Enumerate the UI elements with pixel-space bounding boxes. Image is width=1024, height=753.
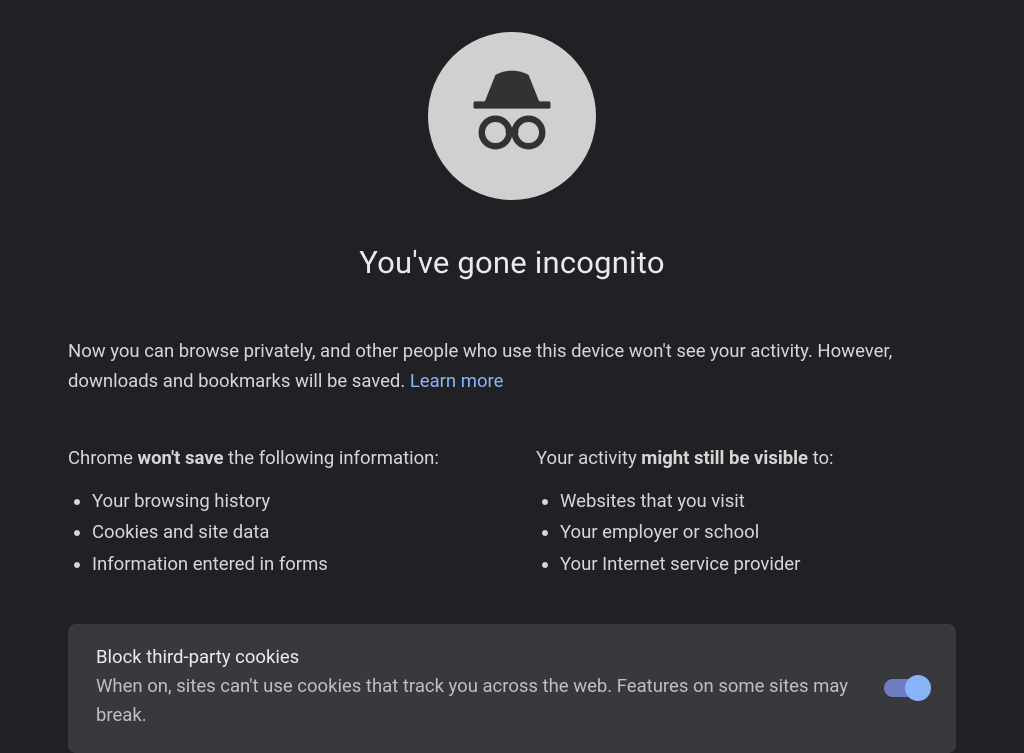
wont-save-list: Your browsing history Cookies and site d… <box>68 486 488 580</box>
list-item: Cookies and site data <box>92 517 488 548</box>
info-columns: Chrome won't save the following informat… <box>68 444 956 580</box>
cookie-text: Block third-party cookies When on, sites… <box>96 646 852 729</box>
incognito-svg <box>457 61 567 171</box>
list-item: Websites that you visit <box>560 486 956 517</box>
visible-to-list: Websites that you visit Your employer or… <box>536 486 956 580</box>
wont-save-column: Chrome won't save the following informat… <box>68 444 488 580</box>
list-item: Your browsing history <box>92 486 488 517</box>
cookie-title: Block third-party cookies <box>96 646 852 668</box>
toggle-knob <box>905 675 931 701</box>
page-title: You've gone incognito <box>359 244 664 281</box>
block-cookies-toggle[interactable] <box>884 679 928 697</box>
visible-to-column: Your activity might still be visible to:… <box>536 444 956 580</box>
cookie-description: When on, sites can't use cookies that tr… <box>96 672 852 729</box>
cookie-settings-box: Block third-party cookies When on, sites… <box>68 624 956 753</box>
wont-save-heading: Chrome won't save the following informat… <box>68 444 488 474</box>
intro-text: Now you can browse privately, and other … <box>68 337 956 396</box>
content-area: Now you can browse privately, and other … <box>68 337 956 753</box>
list-item: Your Internet service provider <box>560 549 956 580</box>
list-item: Your employer or school <box>560 517 956 548</box>
list-item: Information entered in forms <box>92 549 488 580</box>
incognito-icon <box>428 32 596 200</box>
learn-more-link[interactable]: Learn more <box>410 370 504 392</box>
incognito-page: You've gone incognito Now you can browse… <box>0 0 1024 753</box>
visible-to-heading: Your activity might still be visible to: <box>536 444 956 474</box>
